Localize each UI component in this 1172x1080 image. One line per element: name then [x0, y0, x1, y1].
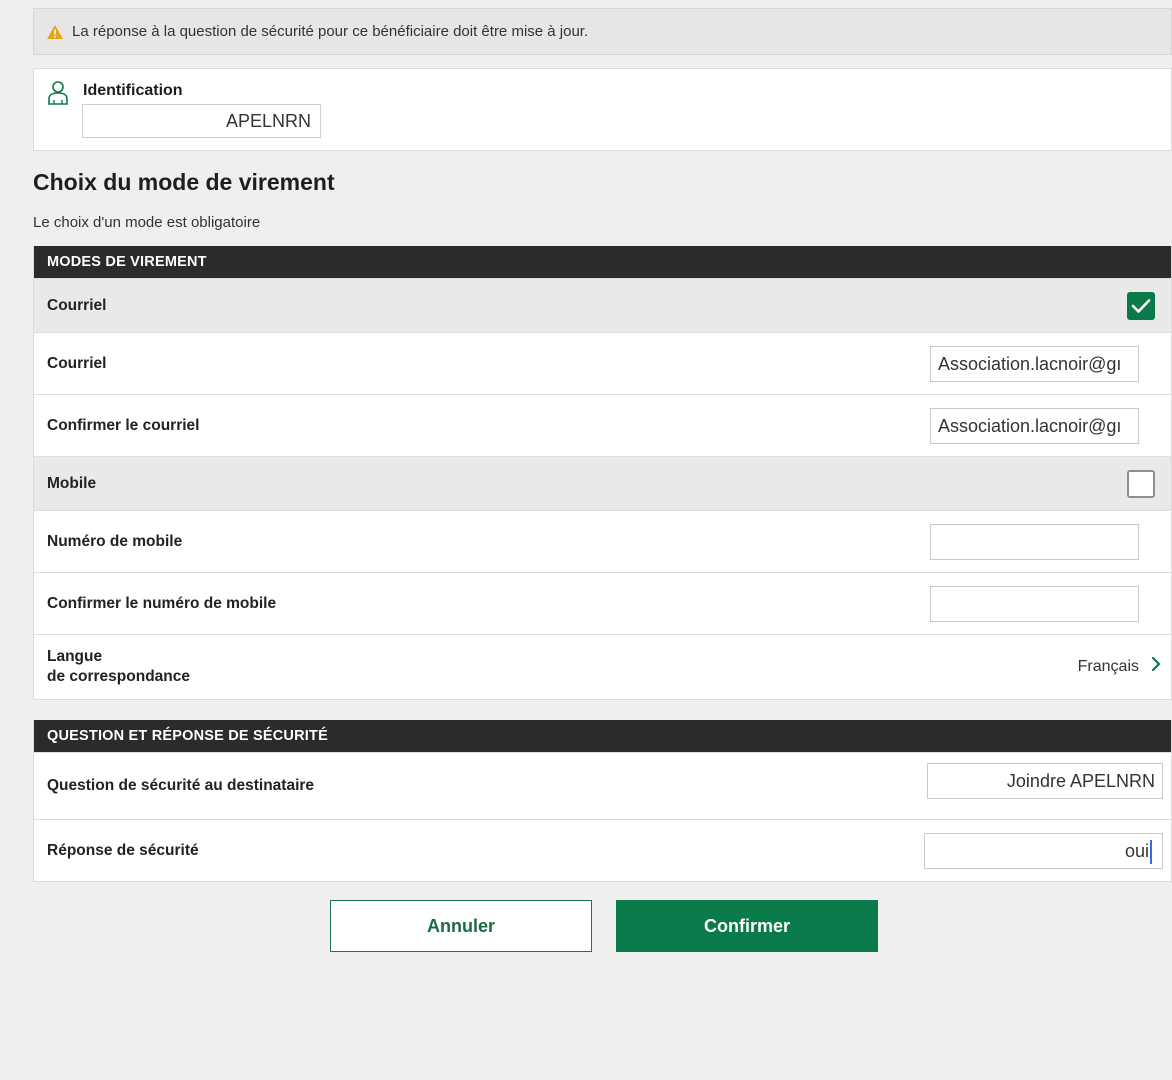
security-header: QUESTION ET RÉPONSE DE SÉCURITÉ	[34, 720, 1171, 752]
warning-icon	[47, 24, 63, 39]
mobile-option-row[interactable]: Mobile	[34, 456, 1171, 510]
mobile-confirm-label: Confirmer le numéro de mobile	[47, 594, 277, 612]
transfer-modes-panel: MODES DE VIREMENT Courriel Courriel Asso…	[33, 246, 1172, 700]
language-row[interactable]: Langue de correspondance Français	[34, 634, 1171, 699]
person-icon	[47, 81, 69, 105]
chevron-right-icon[interactable]	[1151, 656, 1161, 678]
identification-field[interactable]: APELNRN	[82, 104, 321, 138]
mobile-option-label: Mobile	[47, 474, 97, 492]
security-answer-row: Réponse de sécurité oui	[34, 819, 1171, 881]
mandatory-note: Le choix d'un mode est obligatoire	[33, 214, 261, 231]
security-panel: QUESTION ET RÉPONSE DE SÉCURITÉ Question…	[33, 720, 1172, 882]
courriel-field-row: Courriel Association.lacnoir@gı	[34, 332, 1171, 394]
mobile-confirm-row: Confirmer le numéro de mobile	[34, 572, 1171, 634]
confirm-button[interactable]: Confirmer	[616, 900, 878, 952]
page-title: Choix du mode de virement	[33, 169, 335, 195]
courriel-option-label: Courriel	[47, 296, 107, 314]
transfer-modes-header: MODES DE VIREMENT	[34, 246, 1171, 278]
mobile-field-row: Numéro de mobile	[34, 510, 1171, 572]
security-question-row: Question de sécurité au destinataire Joi…	[34, 752, 1171, 819]
courriel-confirm-row: Confirmer le courriel Association.lacnoi…	[34, 394, 1171, 456]
courriel-confirm-input[interactable]: Association.lacnoir@gı	[930, 407, 1139, 444]
courriel-field-label: Courriel	[47, 354, 107, 372]
security-question-label: Question de sécurité au destinataire	[47, 777, 315, 794]
mobile-confirm-input[interactable]	[930, 585, 1139, 622]
courriel-checkbox[interactable]	[1127, 291, 1155, 320]
mobile-input[interactable]	[930, 523, 1139, 560]
text-caret	[1150, 839, 1152, 864]
courriel-input[interactable]: Association.lacnoir@gı	[930, 345, 1139, 382]
cancel-button[interactable]: Annuler	[330, 900, 592, 952]
language-label: Langue de correspondance	[47, 648, 190, 685]
courriel-option-row[interactable]: Courriel	[34, 278, 1171, 332]
courriel-confirm-label: Confirmer le courriel	[47, 416, 200, 434]
security-answer-input[interactable]: oui	[924, 832, 1163, 869]
security-question-input[interactable]: Joindre APELNRN	[927, 763, 1163, 799]
language-value: Français	[1077, 658, 1139, 675]
mobile-field-label: Numéro de mobile	[47, 532, 183, 550]
security-answer-label: Réponse de sécurité	[47, 841, 199, 859]
identification-label: Identification	[83, 82, 183, 99]
identification-card: Identification APELNRN	[33, 68, 1172, 151]
security-warning-alert: La réponse à la question de sécurité pou…	[33, 8, 1172, 55]
alert-text: La réponse à la question de sécurité pou…	[72, 23, 589, 40]
mobile-checkbox[interactable]	[1127, 469, 1155, 498]
